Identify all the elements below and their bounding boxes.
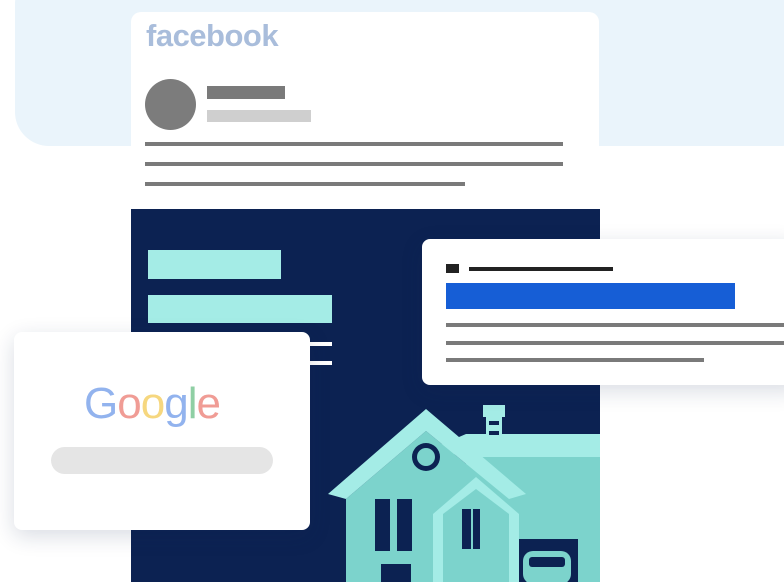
- post-date-placeholder: [207, 110, 311, 122]
- google-letter: o: [117, 379, 142, 428]
- google-letter: l: [187, 379, 198, 428]
- post-text-line: [145, 142, 563, 146]
- result-description-line: [446, 323, 784, 327]
- google-letter: e: [196, 379, 221, 428]
- facebook-post-card: facebook: [131, 12, 599, 222]
- result-url-placeholder: [469, 267, 613, 271]
- search-result-card: [422, 239, 784, 385]
- ad-headline-block: [148, 250, 281, 279]
- google-logo: Google: [84, 379, 221, 428]
- result-title-link[interactable]: [446, 283, 735, 309]
- result-description-line: [446, 358, 704, 362]
- post-text-line: [145, 162, 563, 166]
- post-text-line: [145, 182, 465, 186]
- search-input[interactable]: [51, 447, 273, 474]
- result-favicon: [446, 264, 459, 273]
- google-letter: G: [84, 379, 118, 428]
- ad-headline-block: [148, 295, 332, 323]
- google-letter: g: [164, 379, 189, 428]
- result-description-line: [446, 341, 784, 345]
- google-letter: o: [140, 379, 166, 428]
- illustration-canvas: facebook Google: [0, 0, 784, 582]
- google-search-card: Google: [14, 332, 310, 530]
- avatar: [145, 79, 196, 130]
- author-name-placeholder: [207, 86, 285, 99]
- facebook-logo: facebook: [146, 18, 279, 53]
